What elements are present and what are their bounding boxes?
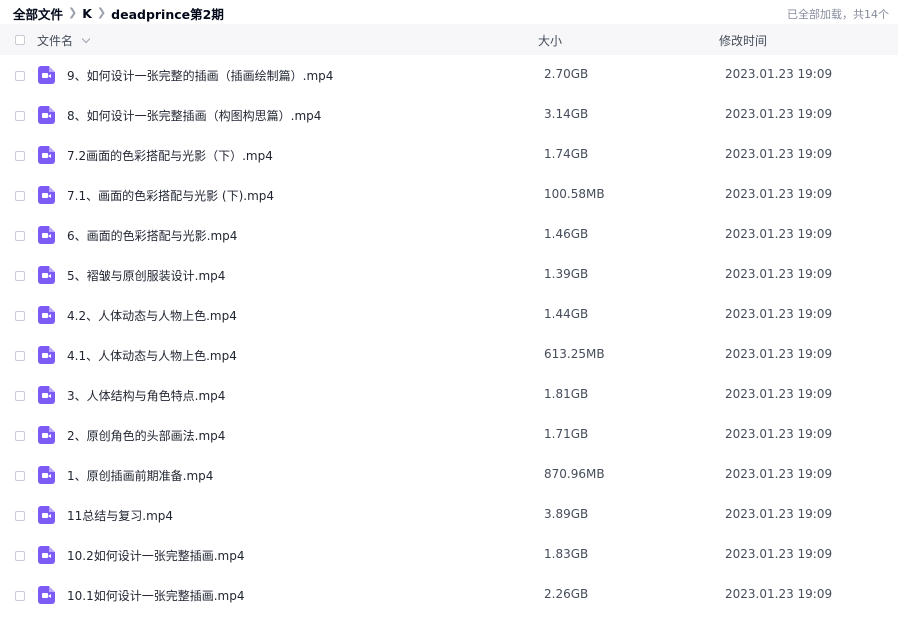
column-header-name-label: 文件名 <box>37 34 74 48</box>
file-size: 1.83GB <box>544 547 589 561</box>
file-modified-time: 2023.01.23 19:09 <box>725 587 833 601</box>
file-name[interactable]: 7.1、画面的色彩搭配与光影 (下).mp4 <box>67 187 274 204</box>
file-size: 3.14GB <box>544 107 589 121</box>
file-name[interactable]: 11总结与复习.mp4 <box>67 507 173 524</box>
video-file-icon <box>38 186 55 204</box>
file-modified-time: 2023.01.23 19:09 <box>725 547 833 561</box>
breadcrumb-item-all-files[interactable]: 全部文件 <box>13 4 63 23</box>
file-size: 3.89GB <box>544 507 589 521</box>
file-modified-time: 2023.01.23 19:09 <box>725 227 833 241</box>
table-row[interactable]: 4.1、人体动态与人物上色.mp4 613.25MB 2023.01.23 19:0… <box>0 335 898 375</box>
file-name[interactable]: 5、褶皱与原创服装设计.mp4 <box>67 267 225 284</box>
row-checkbox[interactable] <box>15 231 25 241</box>
file-name[interactable]: 4.2、人体动态与人物上色.mp4 <box>67 307 237 324</box>
file-name[interactable]: 6、画面的色彩搭配与光影.mp4 <box>67 227 237 244</box>
video-file-icon <box>38 506 55 524</box>
row-checkbox[interactable] <box>15 591 25 601</box>
video-file-icon <box>38 466 55 484</box>
file-size: 2.26GB <box>544 587 589 601</box>
file-size: 1.71GB <box>544 427 589 441</box>
video-file-icon <box>38 306 55 324</box>
video-file-icon <box>38 226 55 244</box>
table-row[interactable]: 7.1、画面的色彩搭配与光影 (下).mp4 100.58MB 2023.01.23… <box>0 175 898 215</box>
table-row[interactable]: 10.2如何设计一张完整插画.mp4 1.83GB 2023.01.23 19:09 <box>0 535 898 575</box>
top-bar: 全部文件 ❯ K ❯ deadprince第2期 已全部加载，共14个 <box>0 0 898 24</box>
file-name[interactable]: 2、原创角色的头部画法.mp4 <box>67 427 225 444</box>
file-modified-time: 2023.01.23 19:09 <box>725 507 833 521</box>
row-checkbox[interactable] <box>15 471 25 481</box>
video-file-icon <box>38 546 55 564</box>
file-modified-time: 2023.01.23 19:09 <box>725 147 833 161</box>
table-header: 文件名 大小 修改时间 <box>0 24 898 55</box>
video-file-icon <box>38 386 55 404</box>
file-name[interactable]: 10.2如何设计一张完整插画.mp4 <box>67 547 244 564</box>
row-checkbox[interactable] <box>15 71 25 81</box>
video-file-icon <box>38 146 55 164</box>
file-size: 870.96MB <box>544 467 605 481</box>
chevron-right-icon: ❯ <box>68 6 78 19</box>
chevron-down-icon[interactable] <box>81 34 91 44</box>
breadcrumb: 全部文件 ❯ K ❯ deadprince第2期 <box>13 4 224 23</box>
file-modified-time: 2023.01.23 19:09 <box>725 67 833 81</box>
row-checkbox[interactable] <box>15 391 25 401</box>
row-checkbox[interactable] <box>15 551 25 561</box>
table-row[interactable]: 5、褶皱与原创服装设计.mp4 1.39GB 2023.01.23 19:09 <box>0 255 898 295</box>
table-row[interactable]: 3、人体结构与角色特点.mp4 1.81GB 2023.01.23 19:09 <box>0 375 898 415</box>
table-row[interactable]: 11总结与复习.mp4 3.89GB 2023.01.23 19:09 <box>0 495 898 535</box>
file-size: 1.74GB <box>544 147 589 161</box>
file-size: 1.44GB <box>544 307 589 321</box>
file-modified-time: 2023.01.23 19:09 <box>725 427 833 441</box>
video-file-icon <box>38 266 55 284</box>
row-checkbox[interactable] <box>15 191 25 201</box>
file-name[interactable]: 4.1、人体动态与人物上色.mp4 <box>67 347 237 364</box>
video-file-icon <box>38 586 55 604</box>
file-name[interactable]: 7.2画面的色彩搭配与光影（下）.mp4 <box>67 147 273 164</box>
row-checkbox[interactable] <box>15 111 25 121</box>
file-modified-time: 2023.01.23 19:09 <box>725 387 833 401</box>
column-header-modified: 修改时间 <box>719 34 768 48</box>
file-size: 2.70GB <box>544 67 589 81</box>
file-modified-time: 2023.01.23 19:09 <box>725 307 833 321</box>
row-checkbox[interactable] <box>15 271 25 281</box>
table-row[interactable]: 8、如何设计一张完整插画（构图构思篇）.mp4 3.14GB 2023.01.23 … <box>0 95 898 135</box>
file-size: 613.25MB <box>544 347 605 361</box>
file-name[interactable]: 8、如何设计一张完整插画（构图构思篇）.mp4 <box>67 107 321 124</box>
row-checkbox[interactable] <box>15 431 25 441</box>
video-file-icon <box>38 106 55 124</box>
file-name[interactable]: 10.1如何设计一张完整插画.mp4 <box>67 587 244 604</box>
file-modified-time: 2023.01.23 19:09 <box>725 107 833 121</box>
row-checkbox[interactable] <box>15 511 25 521</box>
table-row[interactable]: 9、如何设计一张完整的插画（插画绘制篇）.mp4 2.70GB 2023.01.23… <box>0 55 898 95</box>
column-header-name[interactable]: 文件名 <box>37 32 91 49</box>
breadcrumb-item-current-folder: deadprince第2期 <box>111 7 224 22</box>
file-modified-time: 2023.01.23 19:09 <box>725 187 833 201</box>
table-row[interactable]: 2、原创角色的头部画法.mp4 1.71GB 2023.01.23 19:09 <box>0 415 898 455</box>
table-row[interactable]: 10.1如何设计一张完整插画.mp4 2.26GB 2023.01.23 19:09 <box>0 575 898 615</box>
file-modified-time: 2023.01.23 19:09 <box>725 347 833 361</box>
table-row[interactable]: 7.2画面的色彩搭配与光影（下）.mp4 1.74GB 2023.01.23 19:… <box>0 135 898 175</box>
video-file-icon <box>38 426 55 444</box>
file-size: 1.81GB <box>544 387 589 401</box>
table-row[interactable]: 6、画面的色彩搭配与光影.mp4 1.46GB 2023.01.23 19:09 <box>0 215 898 255</box>
file-size: 1.39GB <box>544 267 589 281</box>
column-header-size: 大小 <box>538 34 563 48</box>
table-row[interactable]: 4.2、人体动态与人物上色.mp4 1.44GB 2023.01.23 19:09 <box>0 295 898 335</box>
video-file-icon <box>38 66 55 84</box>
file-name[interactable]: 1、原创插画前期准备.mp4 <box>67 467 213 484</box>
file-name[interactable]: 3、人体结构与角色特点.mp4 <box>67 387 225 404</box>
loaded-status: 已全部加载，共14个 <box>787 8 889 21</box>
file-modified-time: 2023.01.23 19:09 <box>725 267 833 281</box>
chevron-right-icon: ❯ <box>96 6 107 19</box>
row-checkbox[interactable] <box>15 151 25 161</box>
table-row[interactable]: 1、原创插画前期准备.mp4 870.96MB 2023.01.23 19:09 <box>0 455 898 495</box>
row-checkbox[interactable] <box>15 351 25 361</box>
breadcrumb-item-k[interactable]: K <box>82 6 92 21</box>
file-modified-time: 2023.01.23 19:09 <box>725 467 833 481</box>
select-all-checkbox[interactable] <box>15 35 25 45</box>
video-file-icon <box>38 346 55 364</box>
row-checkbox[interactable] <box>15 311 25 321</box>
file-size: 1.46GB <box>544 227 589 241</box>
file-size: 100.58MB <box>544 187 605 201</box>
file-name[interactable]: 9、如何设计一张完整的插画（插画绘制篇）.mp4 <box>67 67 333 84</box>
